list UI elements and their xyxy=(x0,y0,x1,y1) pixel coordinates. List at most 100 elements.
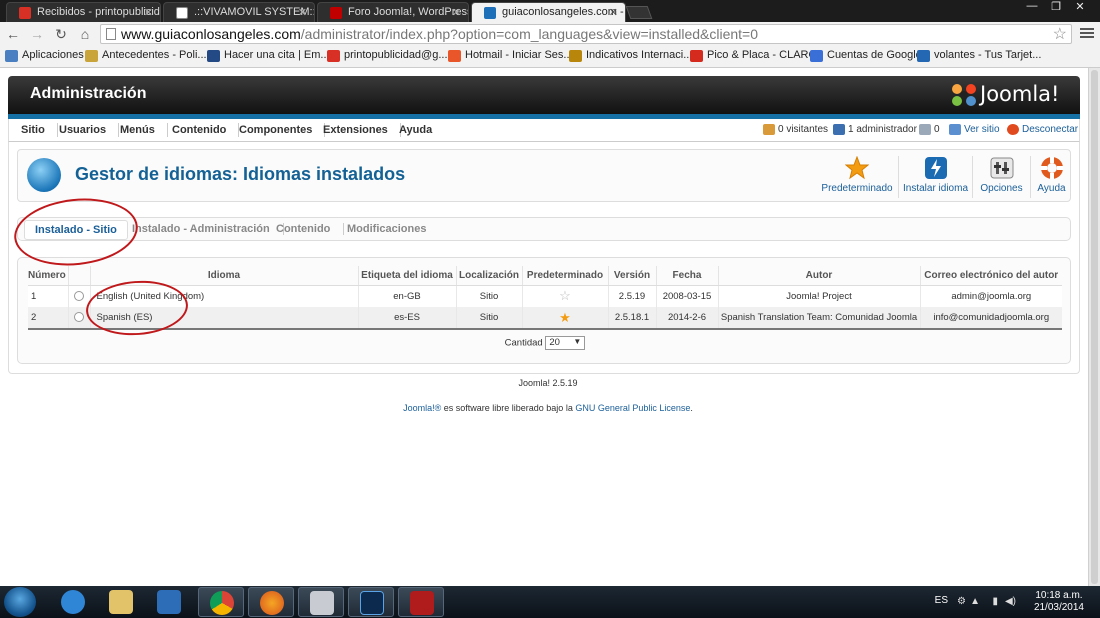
restore-icon[interactable]: ❐ xyxy=(1044,0,1068,16)
options-button[interactable]: Opciones xyxy=(972,156,1030,198)
show-hidden-icons[interactable]: ▲ xyxy=(970,596,980,607)
col-tag[interactable]: Etiqueta del idioma xyxy=(358,266,457,286)
close-icon[interactable]: ✕ xyxy=(609,6,618,19)
bookmark-item[interactable]: Cuentas de Google xyxy=(810,49,922,62)
default-button[interactable]: Predeterminado xyxy=(818,156,896,198)
menu-sitio[interactable]: Sitio xyxy=(21,123,58,137)
view-site-link[interactable]: Ver sitio xyxy=(949,124,1000,135)
volume-icon[interactable]: ◀) xyxy=(1005,596,1016,607)
tab-installed-admin[interactable]: Instalado - Administración xyxy=(132,223,284,235)
bookmark-label: Antecedentes - Poli... xyxy=(102,49,207,61)
bookmark-item[interactable]: Hacer una cita | Em... xyxy=(207,49,330,62)
visitors-icon xyxy=(763,124,775,135)
browser-tab-foro-joomla[interactable]: Foro Joomla!, WordPress ✕ xyxy=(317,2,469,22)
view-site-icon xyxy=(949,124,961,135)
gpl-link[interactable]: GNU General Public License xyxy=(575,403,690,413)
reload-icon[interactable]: ↻ xyxy=(52,26,70,42)
tab-title: Recibidos - printopublicid xyxy=(37,6,160,18)
taskbar-network-app[interactable] xyxy=(298,587,344,617)
col-version[interactable]: Versión xyxy=(608,266,657,286)
col-number[interactable]: Número xyxy=(28,266,69,286)
new-tab-button[interactable] xyxy=(625,6,653,19)
col-date[interactable]: Fecha xyxy=(656,266,719,286)
bookmark-item[interactable]: Antecedentes - Poli... xyxy=(85,49,207,62)
scrollbar-thumb[interactable] xyxy=(1091,70,1098,584)
help-button[interactable]: Ayuda xyxy=(1030,156,1072,198)
taskbar-media[interactable] xyxy=(146,587,192,617)
radio-button[interactable] xyxy=(74,291,84,302)
bookmark-favicon-icon xyxy=(207,50,220,62)
taskbar-photoshop[interactable] xyxy=(348,587,394,617)
start-button[interactable] xyxy=(4,587,36,617)
bookmark-apps[interactable]: Aplicaciones xyxy=(5,49,84,62)
close-icon[interactable]: ✕ xyxy=(298,6,307,19)
menu-usuarios[interactable]: Usuarios xyxy=(59,123,120,137)
back-icon[interactable]: ← xyxy=(4,26,22,42)
bookmark-item[interactable]: Pico & Placa - CLARO xyxy=(690,49,817,62)
home-icon[interactable]: ⌂ xyxy=(76,26,94,42)
input-language[interactable]: ES xyxy=(935,595,948,606)
col-author[interactable]: Autor xyxy=(718,266,921,286)
admin-user-icon xyxy=(833,124,845,135)
messages-status[interactable]: 0 xyxy=(919,124,940,135)
site-icon xyxy=(330,7,342,19)
browser-menu-icon[interactable] xyxy=(1080,26,1094,40)
star-outline-icon[interactable]: ☆ xyxy=(559,288,571,303)
google-icon xyxy=(810,50,823,62)
minimize-icon[interactable]: — xyxy=(1020,0,1044,16)
menu-componentes[interactable]: Componentes xyxy=(239,123,326,137)
admins-count: 1 administrador xyxy=(848,124,917,135)
menu-menus[interactable]: Menús xyxy=(120,123,168,137)
bookmark-item[interactable]: volantes - Tus Tarjet... xyxy=(917,49,1041,62)
bookmark-item[interactable]: printopublicidad@g... xyxy=(327,49,448,62)
taskbar-acrobat[interactable] xyxy=(398,587,444,617)
help-label: Ayuda xyxy=(1037,183,1066,194)
logout-link[interactable]: Desconectar xyxy=(1007,124,1078,135)
row-tag: en-GB xyxy=(358,285,457,307)
firefox-icon xyxy=(260,591,284,615)
clock-time: 10:18 a.m. xyxy=(1035,590,1083,601)
network-settings-icon[interactable]: ⚙ xyxy=(957,596,966,607)
taskbar-ie[interactable] xyxy=(50,587,96,617)
joomla-link[interactable]: Joomla!® xyxy=(403,403,441,413)
clock[interactable]: 10:18 a.m. 21/03/2014 xyxy=(1034,590,1084,614)
visitors-status: 0 visitantes xyxy=(763,124,828,135)
bookmark-label: Cuentas de Google xyxy=(827,49,922,61)
page-scrollbar[interactable] xyxy=(1088,68,1100,586)
col-email[interactable]: Correo electrónico del autor xyxy=(920,266,1062,286)
close-icon[interactable]: ✕ xyxy=(144,6,153,19)
taskbar-firefox[interactable] xyxy=(248,587,294,617)
page-size-select[interactable]: 20 xyxy=(545,336,586,350)
close-icon[interactable]: ✕ xyxy=(452,6,461,19)
bookmark-label: Aplicaciones xyxy=(22,49,84,61)
menu-contenido[interactable]: Contenido xyxy=(172,123,240,137)
row-default[interactable]: ☆ xyxy=(522,285,609,307)
install-language-button[interactable]: Instalar idioma xyxy=(898,156,972,198)
table-header-row: Número Idioma Etiqueta del idioma Locali… xyxy=(28,266,1062,286)
col-default[interactable]: Predeterminado xyxy=(522,266,609,286)
url-input[interactable]: www.guiaconlosangeles.com/administrator/… xyxy=(100,24,1072,44)
folder-icon xyxy=(109,590,133,614)
browser-tab-gmail[interactable]: Recibidos - printopublicid ✕ xyxy=(6,2,161,22)
taskbar-chrome[interactable] xyxy=(198,587,244,617)
menu-ayuda[interactable]: Ayuda xyxy=(399,123,432,137)
bookmark-label: Indicativos Internaci... xyxy=(586,49,693,61)
forward-icon[interactable]: → xyxy=(28,26,46,42)
browser-tab-vivamovil[interactable]: .::VIVAMOVIL SYSTEM::. ✕ xyxy=(163,2,315,22)
tab-overrides[interactable]: Modificaciones xyxy=(347,223,439,235)
bookmark-star-icon[interactable]: ☆ xyxy=(1053,24,1067,44)
col-location[interactable]: Localización xyxy=(456,266,523,286)
signal-icon[interactable]: ▮ xyxy=(992,596,998,607)
close-window-icon[interactable]: ✕ xyxy=(1068,0,1092,16)
menu-extensiones[interactable]: Extensiones xyxy=(323,123,401,137)
radio-button[interactable] xyxy=(74,312,84,323)
url-host: www.guiaconlosangeles.com xyxy=(121,26,301,42)
taskbar-explorer[interactable] xyxy=(98,587,144,617)
bookmark-item[interactable]: Indicativos Internaci... xyxy=(569,49,693,62)
bookmark-item[interactable]: Hotmail - Iniciar Ses... xyxy=(448,49,573,62)
footer-license: Joomla!® es software libre liberado bajo… xyxy=(0,403,1096,413)
row-author: Joomla! Project xyxy=(718,285,921,307)
browser-tab-active[interactable]: guiaconlosangeles.com - ✕ xyxy=(471,2,626,22)
tab-content[interactable]: Contenido xyxy=(276,223,345,235)
gmail-icon xyxy=(19,7,31,19)
